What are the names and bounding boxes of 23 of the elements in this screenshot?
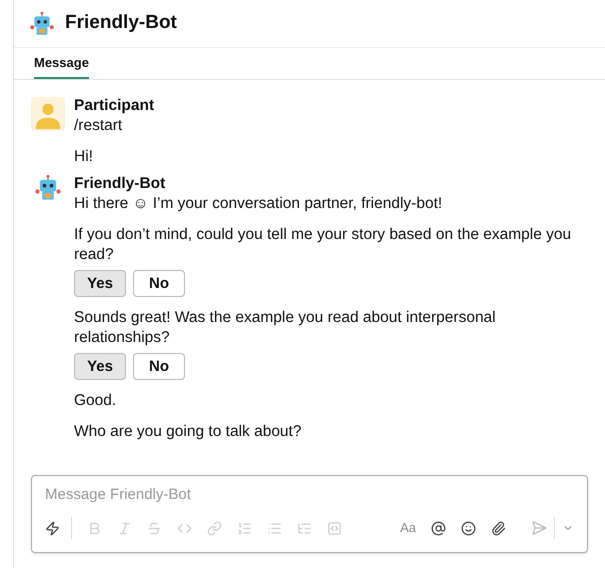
reply-button[interactable]: No [133,270,185,297]
emoji-icon[interactable] [461,520,476,536]
message-text: Good. [74,391,118,411]
reply-button[interactable]: Yes [74,353,126,380]
reply-button[interactable]: Yes [74,270,126,297]
paperclip-icon[interactable] [491,520,506,536]
message-text: Hi there ☺ I’m your conversation partner, friendly-bot! [74,194,444,214]
message-text: If you don’t mind, could you tell me your story based on the example you read? [74,225,572,265]
user-avatar-icon [31,96,65,132]
message-text: Sounds great! Was the example you read about interpersonal relationships? [74,308,497,348]
reply-button[interactable]: No [133,353,185,380]
sender-name: Friendly-Bot [74,174,166,194]
window-title: Friendly-Bot [65,11,177,36]
message-text: Hi! [74,147,94,167]
message-text: Who are you going to talk about? [74,422,302,442]
sender-name: Participant [74,96,154,116]
robot-icon [29,10,55,36]
mention-icon[interactable] [431,520,446,536]
tab[interactable]: Message [34,48,89,79]
message-text: /restart [74,116,124,136]
robot-icon [34,174,62,202]
send-icon[interactable] [531,520,547,536]
lightning-icon[interactable] [45,520,60,536]
